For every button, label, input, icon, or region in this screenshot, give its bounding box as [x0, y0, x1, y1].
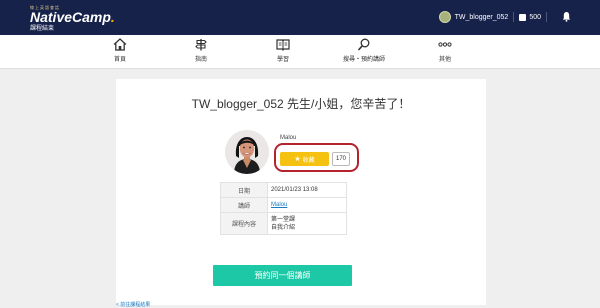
lesson-info-table: 日期 2021/01/23 13:08 講師 Malou 課程內容 第一堂課 自… [220, 182, 347, 235]
table-row: 講師 Malou [220, 197, 347, 213]
nav-item-study[interactable]: 學習 [243, 38, 323, 63]
date-label: 日期 [220, 182, 268, 198]
teacher-label: 講師 [220, 197, 268, 213]
nav-label-study: 學習 [276, 57, 289, 63]
nativecamp-logo[interactable]: 線上英語會話 NativeCamp. 課程結束 [30, 5, 115, 33]
reserve-same-teacher-button[interactable]: 預約同一個講師 [213, 265, 352, 286]
top-header: 線上英語會話 NativeCamp. 課程結束 TW_blogger_052 5… [0, 0, 600, 35]
home-icon [113, 38, 127, 51]
nav-label-home: 首頁 [113, 57, 126, 63]
nav-label-guide: 指南 [194, 57, 207, 63]
teacher-avatar[interactable] [225, 130, 269, 174]
logo-subtitle: 課程結束 [30, 26, 55, 32]
bell-icon[interactable] [562, 11, 571, 22]
logo-wordmark: NativeCamp. [30, 10, 115, 25]
course-content-line-1: 第一堂課 [271, 216, 296, 223]
nav-label-search-teachers: 搜尋・預約講師 [342, 57, 385, 63]
search-icon [357, 38, 370, 51]
date-value: 2021/01/23 13:08 [267, 182, 347, 198]
nav-item-search-teachers[interactable]: 搜尋・預約講師 [324, 38, 404, 63]
course-content-line-2: 自我介紹 [271, 224, 296, 231]
lesson-result-card: TW_blogger_052 先生/小姐，您辛苦了！ Malou ★ 收藏 17… [116, 79, 486, 305]
table-row: 課程內容 第一堂課 自我介紹 [220, 212, 347, 235]
header-divider [513, 12, 515, 22]
user-area: TW_blogger_052 500 [438, 10, 552, 24]
nav-item-home[interactable]: 首頁 [80, 38, 160, 63]
more-icon [438, 42, 452, 47]
signpost-icon [195, 39, 207, 51]
nav-label-more: 其他 [438, 57, 451, 63]
header-divider [546, 12, 547, 22]
teacher-name: Malou [280, 135, 297, 141]
main-nav: 首頁 指南 學習 搜尋・預約講師 其他 [0, 35, 600, 69]
nav-item-guide[interactable]: 指南 [161, 38, 241, 63]
book-icon [276, 39, 290, 51]
teacher-link[interactable]: Malou [271, 202, 287, 208]
coin-balance[interactable]: 500 [529, 14, 541, 21]
teacher-cell: Malou [267, 197, 347, 213]
coin-icon [519, 13, 527, 21]
page-title: TW_blogger_052 先生/小姐，您辛苦了！ [191, 97, 411, 111]
table-row: 日期 2021/01/23 13:08 [220, 182, 347, 198]
user-avatar[interactable] [438, 11, 451, 23]
course-content-value: 第一堂課 自我介紹 [267, 212, 347, 235]
course-content-label: 課程內容 [220, 212, 268, 235]
teacher-portrait [225, 130, 269, 174]
username[interactable]: TW_blogger_052 [455, 14, 509, 21]
highlight-annotation [274, 143, 359, 172]
nav-item-more[interactable]: 其他 [405, 38, 485, 63]
logo-name-text: NativeCamp [30, 9, 111, 25]
logo-dot: . [110, 9, 115, 25]
